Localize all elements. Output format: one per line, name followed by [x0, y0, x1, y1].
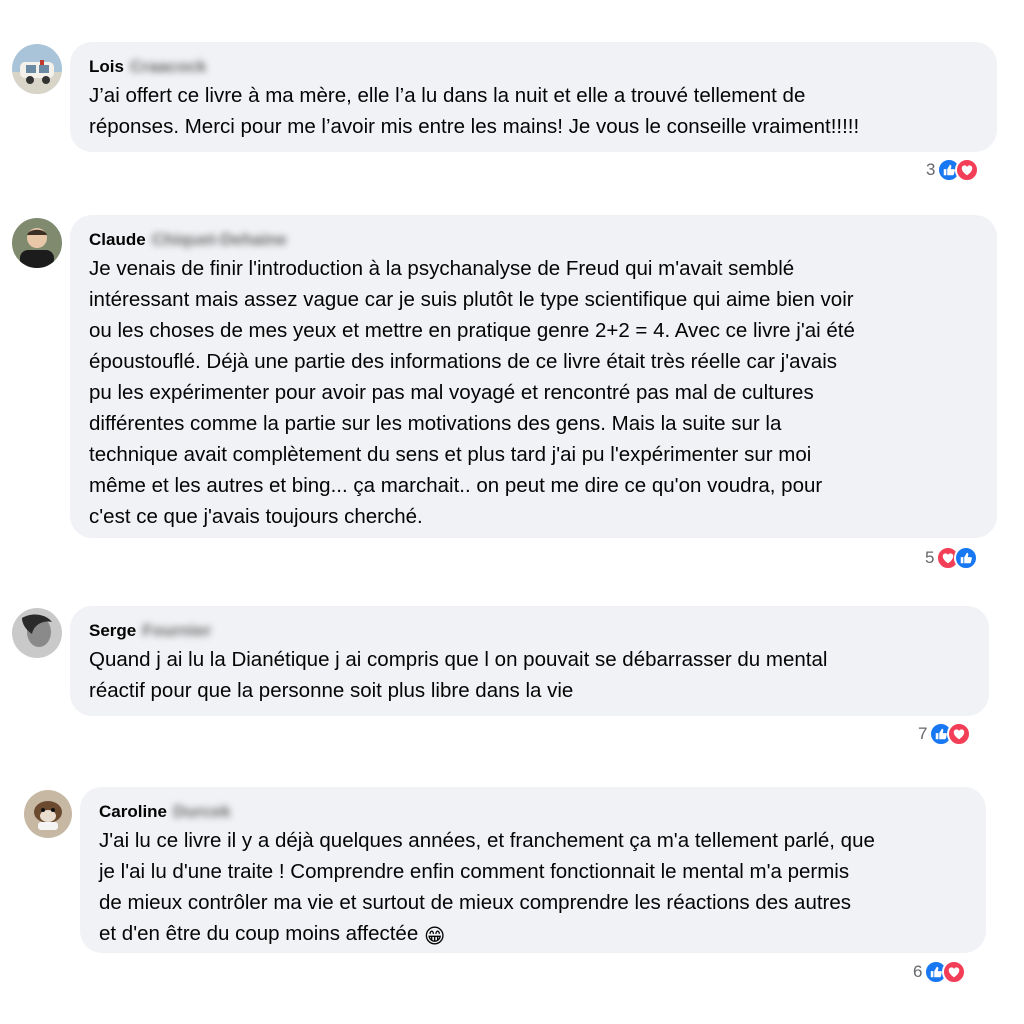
comment-author[interactable]: Caroline Durcek: [99, 802, 231, 822]
comment-line: je l'ai lu d'une traite ! Comprendre enf…: [99, 860, 850, 883]
comment-4: Caroline Durcek J'ai lu ce livre il y a d…: [0, 0, 1024, 1024]
avatar[interactable]: [24, 790, 72, 838]
comment-line: et d'en être du coup moins affectée 😁: [99, 918, 979, 952]
comment-line-text: et d'en être du coup moins affectée: [99, 922, 419, 945]
comment-line: J'ai lu ce livre il y a déjà quelques an…: [99, 829, 875, 852]
reactions-summary[interactable]: 6: [913, 958, 967, 986]
author-first-name[interactable]: Caroline: [99, 802, 167, 821]
comment-line: de mieux contrôler ma vie et surtout de …: [99, 891, 852, 914]
comment-text: J'ai lu ce livre il y a déjà quelques an…: [99, 825, 979, 952]
love-icon: [942, 960, 967, 984]
reaction-count: 6: [913, 962, 923, 981]
grinning-face-emoji: 😁: [423, 925, 446, 948]
author-last-name-blurred[interactable]: Durcek: [173, 802, 231, 822]
